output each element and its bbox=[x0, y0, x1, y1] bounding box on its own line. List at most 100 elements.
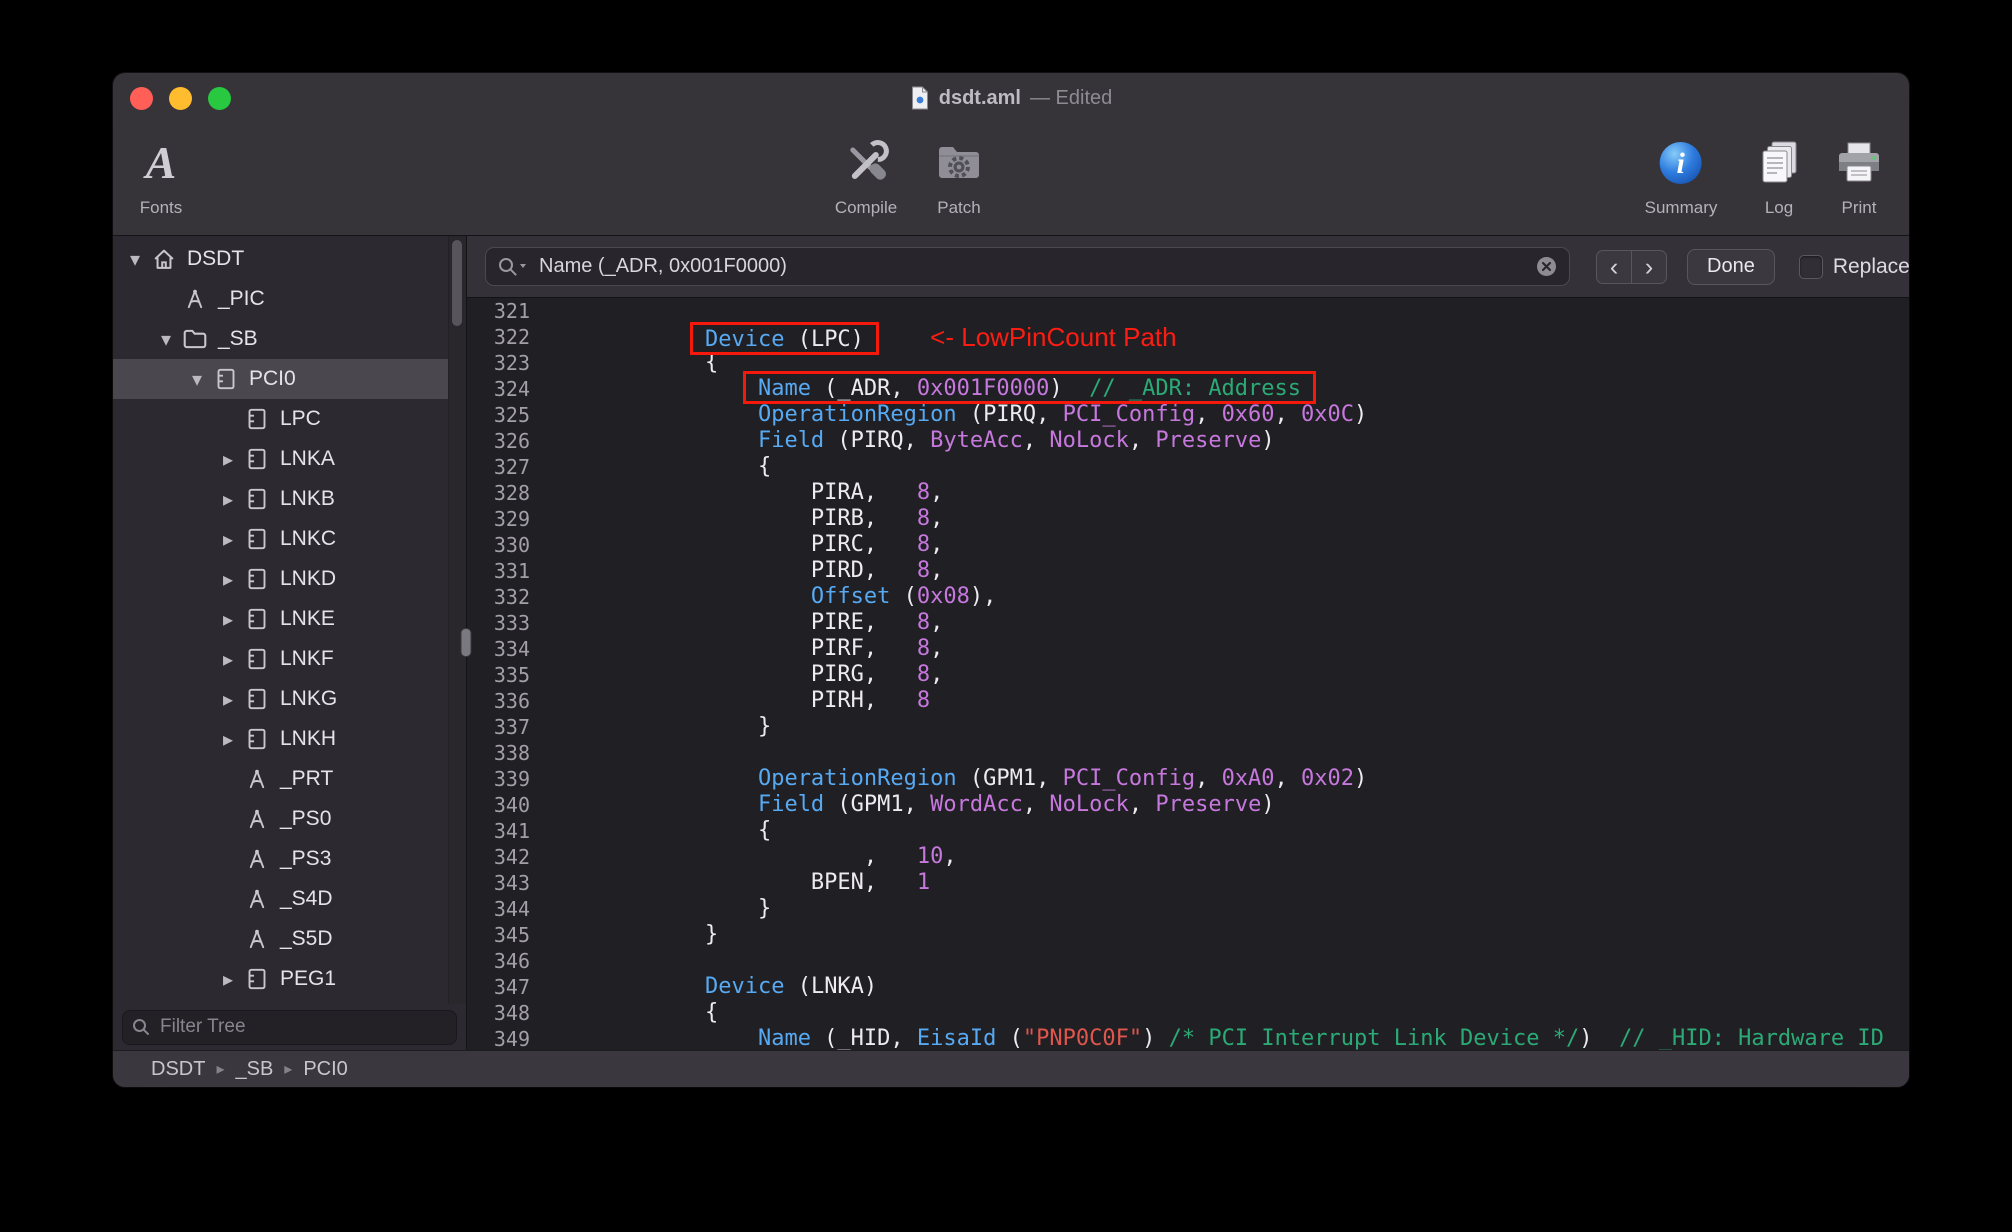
sidebar-item-lnkb[interactable]: ▸ LNKB bbox=[113, 479, 466, 519]
summary-button[interactable]: i Summary bbox=[1645, 131, 1717, 218]
close-button[interactable] bbox=[130, 87, 153, 110]
split-handle[interactable] bbox=[460, 628, 472, 657]
fonts-button[interactable]: A Fonts bbox=[140, 131, 183, 218]
code-token: Preserve bbox=[1155, 428, 1262, 453]
patch-folder-icon bbox=[932, 131, 986, 195]
fonts-label: Fonts bbox=[139, 198, 183, 217]
sidebar-item-ps3[interactable]: _PS3 bbox=[113, 839, 466, 879]
code-line: 336 PIRH, 8 bbox=[467, 688, 1909, 714]
content: ▾ DSDT _PIC ▾ _SB ▾ PCI0 LPC ▸ LNKA ▸ LNKB ▸ LNKC ▸ LNK… bbox=[113, 236, 1909, 1050]
print-label: Print bbox=[1841, 198, 1877, 217]
find-previous-button[interactable]: ‹ bbox=[1596, 249, 1632, 284]
breadcrumb-item-pci0[interactable]: PCI0 bbox=[303, 1058, 347, 1081]
disclosure-closed-icon[interactable]: ▸ bbox=[214, 527, 242, 552]
disclosure-closed-icon[interactable]: ▸ bbox=[214, 727, 242, 752]
disclosure-closed-icon[interactable]: ▸ bbox=[214, 567, 242, 592]
filter-field[interactable] bbox=[122, 1009, 457, 1045]
zoom-button[interactable] bbox=[208, 87, 231, 110]
code-text: Field (PIRQ, ByteAcc, NoLock, Preserve) bbox=[530, 428, 1275, 454]
sidebar-item-pic[interactable]: _PIC bbox=[113, 279, 466, 319]
sidebar-item-lnkc[interactable]: ▸ LNKC bbox=[113, 519, 466, 559]
code-text: Device (LPC) <- LowPinCount Path bbox=[530, 324, 1177, 352]
disclosure-closed-icon[interactable]: ▸ bbox=[214, 687, 242, 712]
code-line: 323 { bbox=[467, 350, 1909, 376]
done-button[interactable]: Done bbox=[1687, 248, 1775, 285]
line-number: 328 bbox=[493, 481, 530, 505]
breadcrumb-item-dsdt[interactable]: DSDT bbox=[151, 1058, 205, 1081]
disclosure-closed-icon[interactable]: ▸ bbox=[214, 447, 242, 472]
compile-button[interactable]: Compile bbox=[835, 131, 897, 218]
device-icon bbox=[242, 686, 272, 712]
sidebar-scrollbar-thumb[interactable] bbox=[452, 240, 462, 326]
sidebar-item-label: LNKA bbox=[280, 447, 335, 470]
window-title-edited-badge: — Edited bbox=[1029, 86, 1113, 109]
disclosure-closed-icon[interactable]: ▸ bbox=[214, 647, 242, 672]
log-button[interactable]: Log bbox=[1755, 131, 1803, 218]
search-field[interactable] bbox=[485, 247, 1570, 286]
code-token: ( bbox=[996, 1026, 1023, 1050]
disclosure-closed-icon[interactable]: ▸ bbox=[214, 607, 242, 632]
sidebar-item-s4d[interactable]: _S4D bbox=[113, 879, 466, 919]
code-token: 0x08 bbox=[916, 584, 970, 609]
sidebar-item-lpc[interactable]: LPC bbox=[113, 399, 466, 439]
sidebar-item-dsdt[interactable]: ▾ DSDT bbox=[113, 239, 466, 279]
sidebar-item-ps0[interactable]: _PS0 bbox=[113, 799, 466, 839]
breadcrumb-item-sb[interactable]: _SB bbox=[235, 1058, 273, 1081]
sidebar-item-s5d[interactable]: _S5D bbox=[113, 919, 466, 959]
code-token: (LPC) bbox=[784, 327, 864, 352]
sidebar-item-lnkd[interactable]: ▸ LNKD bbox=[113, 559, 466, 599]
main-pane: ‹ › Done Replace 321322 Device (LPC) <- … bbox=[467, 236, 1909, 1050]
code-text: } bbox=[530, 714, 771, 740]
code-text: OperationRegion (PIRQ, PCI_Config, 0x60,… bbox=[530, 402, 1367, 428]
device-icon bbox=[242, 486, 272, 512]
sidebar-item-lnke[interactable]: ▸ LNKE bbox=[113, 599, 466, 639]
sidebar-item-label: _PS0 bbox=[280, 807, 332, 830]
minimize-button[interactable] bbox=[169, 87, 192, 110]
print-button[interactable]: Print bbox=[1834, 131, 1884, 218]
sidebar-item-lnkh[interactable]: ▸ LNKH bbox=[113, 719, 466, 759]
code-text: BPEN, 1 bbox=[530, 870, 930, 896]
sidebar-item-peg1[interactable]: ▸ PEG1 bbox=[113, 959, 466, 999]
annotation-highlight-box: Name (_ADR, 0x001F0000) // _ADR: Address bbox=[758, 376, 1301, 401]
disclosure-closed-icon[interactable]: ▸ bbox=[214, 967, 242, 992]
sidebar-item-pci0[interactable]: ▾ PCI0 bbox=[113, 359, 466, 399]
printer-icon bbox=[1834, 131, 1884, 195]
disclosure-open-icon[interactable]: ▾ bbox=[121, 247, 149, 272]
code-token: PIRF, bbox=[599, 636, 917, 661]
code-token: , bbox=[943, 844, 957, 869]
code-token: } bbox=[599, 896, 772, 921]
search-input[interactable] bbox=[537, 254, 1527, 279]
sidebar-item-lnka[interactable]: ▸ LNKA bbox=[113, 439, 466, 479]
line-number: 330 bbox=[493, 533, 530, 557]
code-editor[interactable]: 321 322 Device (LPC) <- LowPinCount Path 3… bbox=[467, 298, 1909, 1050]
sidebar-item-lnkg[interactable]: ▸ LNKG bbox=[113, 679, 466, 719]
fonts-icon: A bbox=[145, 137, 177, 188]
log-pages-icon bbox=[1755, 131, 1803, 195]
device-icon bbox=[242, 606, 272, 632]
find-next-button[interactable]: › bbox=[1631, 249, 1667, 284]
disclosure-closed-icon[interactable]: ▸ bbox=[214, 487, 242, 512]
code-text: PIRC, 8, bbox=[530, 532, 943, 558]
disclosure-open-icon[interactable]: ▾ bbox=[183, 367, 211, 392]
code-text: PIRB, 8, bbox=[530, 506, 943, 532]
sidebar-item-label: _PS3 bbox=[280, 847, 332, 870]
patch-button[interactable]: Patch bbox=[932, 131, 986, 218]
sidebar-item-label: DSDT bbox=[187, 247, 245, 270]
sidebar-item-prt[interactable]: _PRT bbox=[113, 759, 466, 799]
sidebar-item-lnkf[interactable]: ▸ LNKF bbox=[113, 639, 466, 679]
code-token: , bbox=[930, 480, 944, 505]
sidebar-item-sb[interactable]: ▾ _SB bbox=[113, 319, 466, 359]
code-text: PIRA, 8, bbox=[530, 480, 943, 506]
code-token: { bbox=[599, 1000, 719, 1025]
code-line: 333 PIRE, 8, bbox=[467, 610, 1909, 636]
clear-search-icon[interactable] bbox=[1535, 255, 1558, 278]
replace-checkbox[interactable] bbox=[1798, 254, 1823, 279]
disclosure-open-icon[interactable]: ▾ bbox=[152, 327, 180, 352]
code-token: 8 bbox=[916, 688, 931, 713]
sidebar-scrollbar[interactable] bbox=[448, 236, 466, 1004]
filter-input[interactable] bbox=[158, 1015, 448, 1039]
